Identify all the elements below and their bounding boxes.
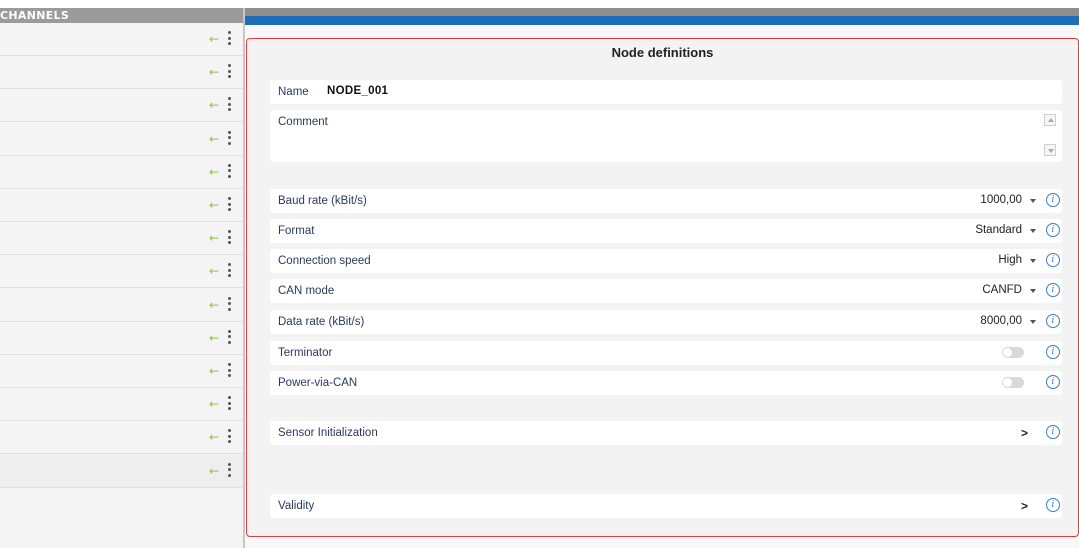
info-icon[interactable]: i [1046, 193, 1060, 207]
arrow-left-icon[interactable]: ← [209, 65, 219, 79]
channel-row[interactable]: ← [0, 355, 243, 388]
kebab-menu-icon[interactable] [227, 296, 231, 311]
kebab-menu-icon[interactable] [227, 462, 231, 477]
kebab-menu-icon[interactable] [227, 163, 231, 178]
chevron-right-icon[interactable]: > [1021, 499, 1028, 513]
channel-row[interactable]: ← [0, 321, 243, 355]
kebab-menu-icon[interactable] [227, 363, 231, 377]
data-rate-row[interactable]: Data rate (kBit/s) 8000,00 i [270, 310, 1062, 334]
info-icon[interactable]: i [1046, 223, 1060, 237]
arrow-left-icon[interactable]: ← [209, 464, 219, 478]
channel-row[interactable]: ← [0, 454, 243, 488]
channel-row[interactable]: ← [0, 122, 243, 156]
validity-row[interactable]: Validity > i [270, 494, 1062, 518]
info-icon[interactable]: i [1046, 253, 1060, 267]
scroll-up-icon[interactable] [1044, 114, 1056, 126]
comment-label: Comment [278, 116, 328, 128]
channel-row[interactable]: ← [0, 288, 243, 322]
format-value[interactable]: Standard [975, 224, 1022, 236]
channel-row[interactable]: ← [0, 56, 243, 90]
sensor-initialization-label: Sensor Initialization [278, 427, 378, 439]
kebab-menu-icon[interactable] [227, 97, 231, 112]
channel-row[interactable]: ← [0, 255, 243, 289]
arrow-left-icon[interactable]: ← [209, 430, 219, 444]
can-mode-row[interactable]: CAN mode CANFD i [270, 279, 1062, 303]
terminator-label: Terminator [278, 347, 333, 359]
format-row[interactable]: Format Standard i [270, 219, 1062, 243]
channel-row[interactable]: ← [0, 89, 243, 123]
arrow-left-icon[interactable]: ← [209, 132, 219, 146]
info-icon[interactable]: i [1046, 345, 1060, 359]
kebab-menu-icon[interactable] [227, 429, 231, 444]
power-via-can-row: Power-via-CAN i [270, 371, 1062, 395]
validity-label: Validity [278, 500, 315, 512]
name-field[interactable]: Name NODE_001 [270, 80, 1062, 104]
top-accent-bar [245, 16, 1079, 25]
arrow-left-icon[interactable]: ← [209, 298, 219, 312]
name-value[interactable]: NODE_001 [327, 85, 388, 97]
info-icon[interactable]: i [1046, 425, 1060, 439]
can-mode-value[interactable]: CANFD [982, 284, 1022, 296]
terminator-toggle[interactable] [1002, 347, 1024, 358]
arrow-left-icon[interactable]: ← [209, 397, 219, 411]
kebab-menu-icon[interactable] [227, 64, 231, 79]
arrow-left-icon[interactable]: ← [209, 364, 219, 378]
kebab-menu-icon[interactable] [227, 197, 231, 211]
kebab-menu-icon[interactable] [227, 130, 231, 145]
info-icon[interactable]: i [1046, 283, 1060, 297]
page-title: Node definitions [611, 45, 714, 60]
connection-speed-row[interactable]: Connection speed High i [270, 249, 1062, 273]
comment-field[interactable]: Comment [270, 110, 1062, 162]
connection-speed-value[interactable]: High [998, 254, 1022, 266]
kebab-menu-icon[interactable] [227, 31, 231, 45]
channel-row[interactable]: ← [0, 23, 243, 56]
arrow-left-icon[interactable]: ← [209, 32, 219, 46]
channel-row[interactable]: ← [0, 421, 243, 455]
format-label: Format [278, 225, 315, 237]
baud-rate-label: Baud rate (kBit/s) [278, 195, 367, 207]
chevron-down-icon[interactable] [1030, 229, 1036, 233]
baud-rate-row[interactable]: Baud rate (kBit/s) 1000,00 i [270, 189, 1062, 213]
scroll-down-icon[interactable] [1044, 144, 1056, 156]
data-rate-label: Data rate (kBit/s) [278, 316, 365, 328]
kebab-menu-icon[interactable] [227, 263, 231, 278]
baud-rate-value[interactable]: 1000,00 [980, 194, 1022, 206]
power-via-can-toggle[interactable] [1002, 377, 1024, 388]
kebab-menu-icon[interactable] [227, 396, 231, 411]
can-mode-label: CAN mode [278, 285, 335, 297]
channel-row[interactable]: ← [0, 189, 243, 222]
channel-row[interactable]: ← [0, 155, 243, 189]
arrow-left-icon[interactable]: ← [209, 231, 219, 245]
info-icon[interactable]: i [1046, 498, 1060, 512]
chevron-down-icon[interactable] [1030, 289, 1036, 293]
info-icon[interactable]: i [1046, 314, 1060, 328]
chevron-right-icon[interactable]: > [1021, 426, 1028, 440]
arrow-left-icon[interactable]: ← [209, 264, 219, 278]
arrow-left-icon[interactable]: ← [209, 198, 219, 212]
channel-row[interactable]: ← [0, 388, 243, 422]
channels-header: CHANNELS [0, 8, 243, 23]
chevron-down-icon[interactable] [1030, 320, 1036, 324]
sensor-initialization-row[interactable]: Sensor Initialization > i [270, 421, 1062, 445]
arrow-left-icon[interactable]: ← [209, 98, 219, 112]
channels-panel: CHANNELS ← ← ← ← ← ← ← ← ← ← ← ← ← ← [0, 8, 243, 548]
connection-speed-label: Connection speed [278, 255, 371, 267]
chevron-down-icon[interactable] [1030, 259, 1036, 263]
node-definitions-panel: Node definitions Name NODE_001 Comment B… [246, 38, 1079, 537]
arrow-left-icon[interactable]: ← [209, 165, 219, 179]
kebab-menu-icon[interactable] [227, 329, 231, 344]
arrow-left-icon[interactable]: ← [209, 331, 219, 345]
info-icon[interactable]: i [1046, 375, 1060, 389]
chevron-down-icon[interactable] [1030, 199, 1036, 203]
terminator-row: Terminator i [270, 341, 1062, 365]
kebab-menu-icon[interactable] [227, 230, 231, 245]
channel-row[interactable]: ← [0, 222, 243, 256]
top-toolbar-strip [245, 8, 1079, 16]
power-via-can-label: Power-via-CAN [278, 377, 358, 389]
data-rate-value[interactable]: 8000,00 [980, 315, 1022, 327]
name-label: Name [278, 86, 309, 98]
